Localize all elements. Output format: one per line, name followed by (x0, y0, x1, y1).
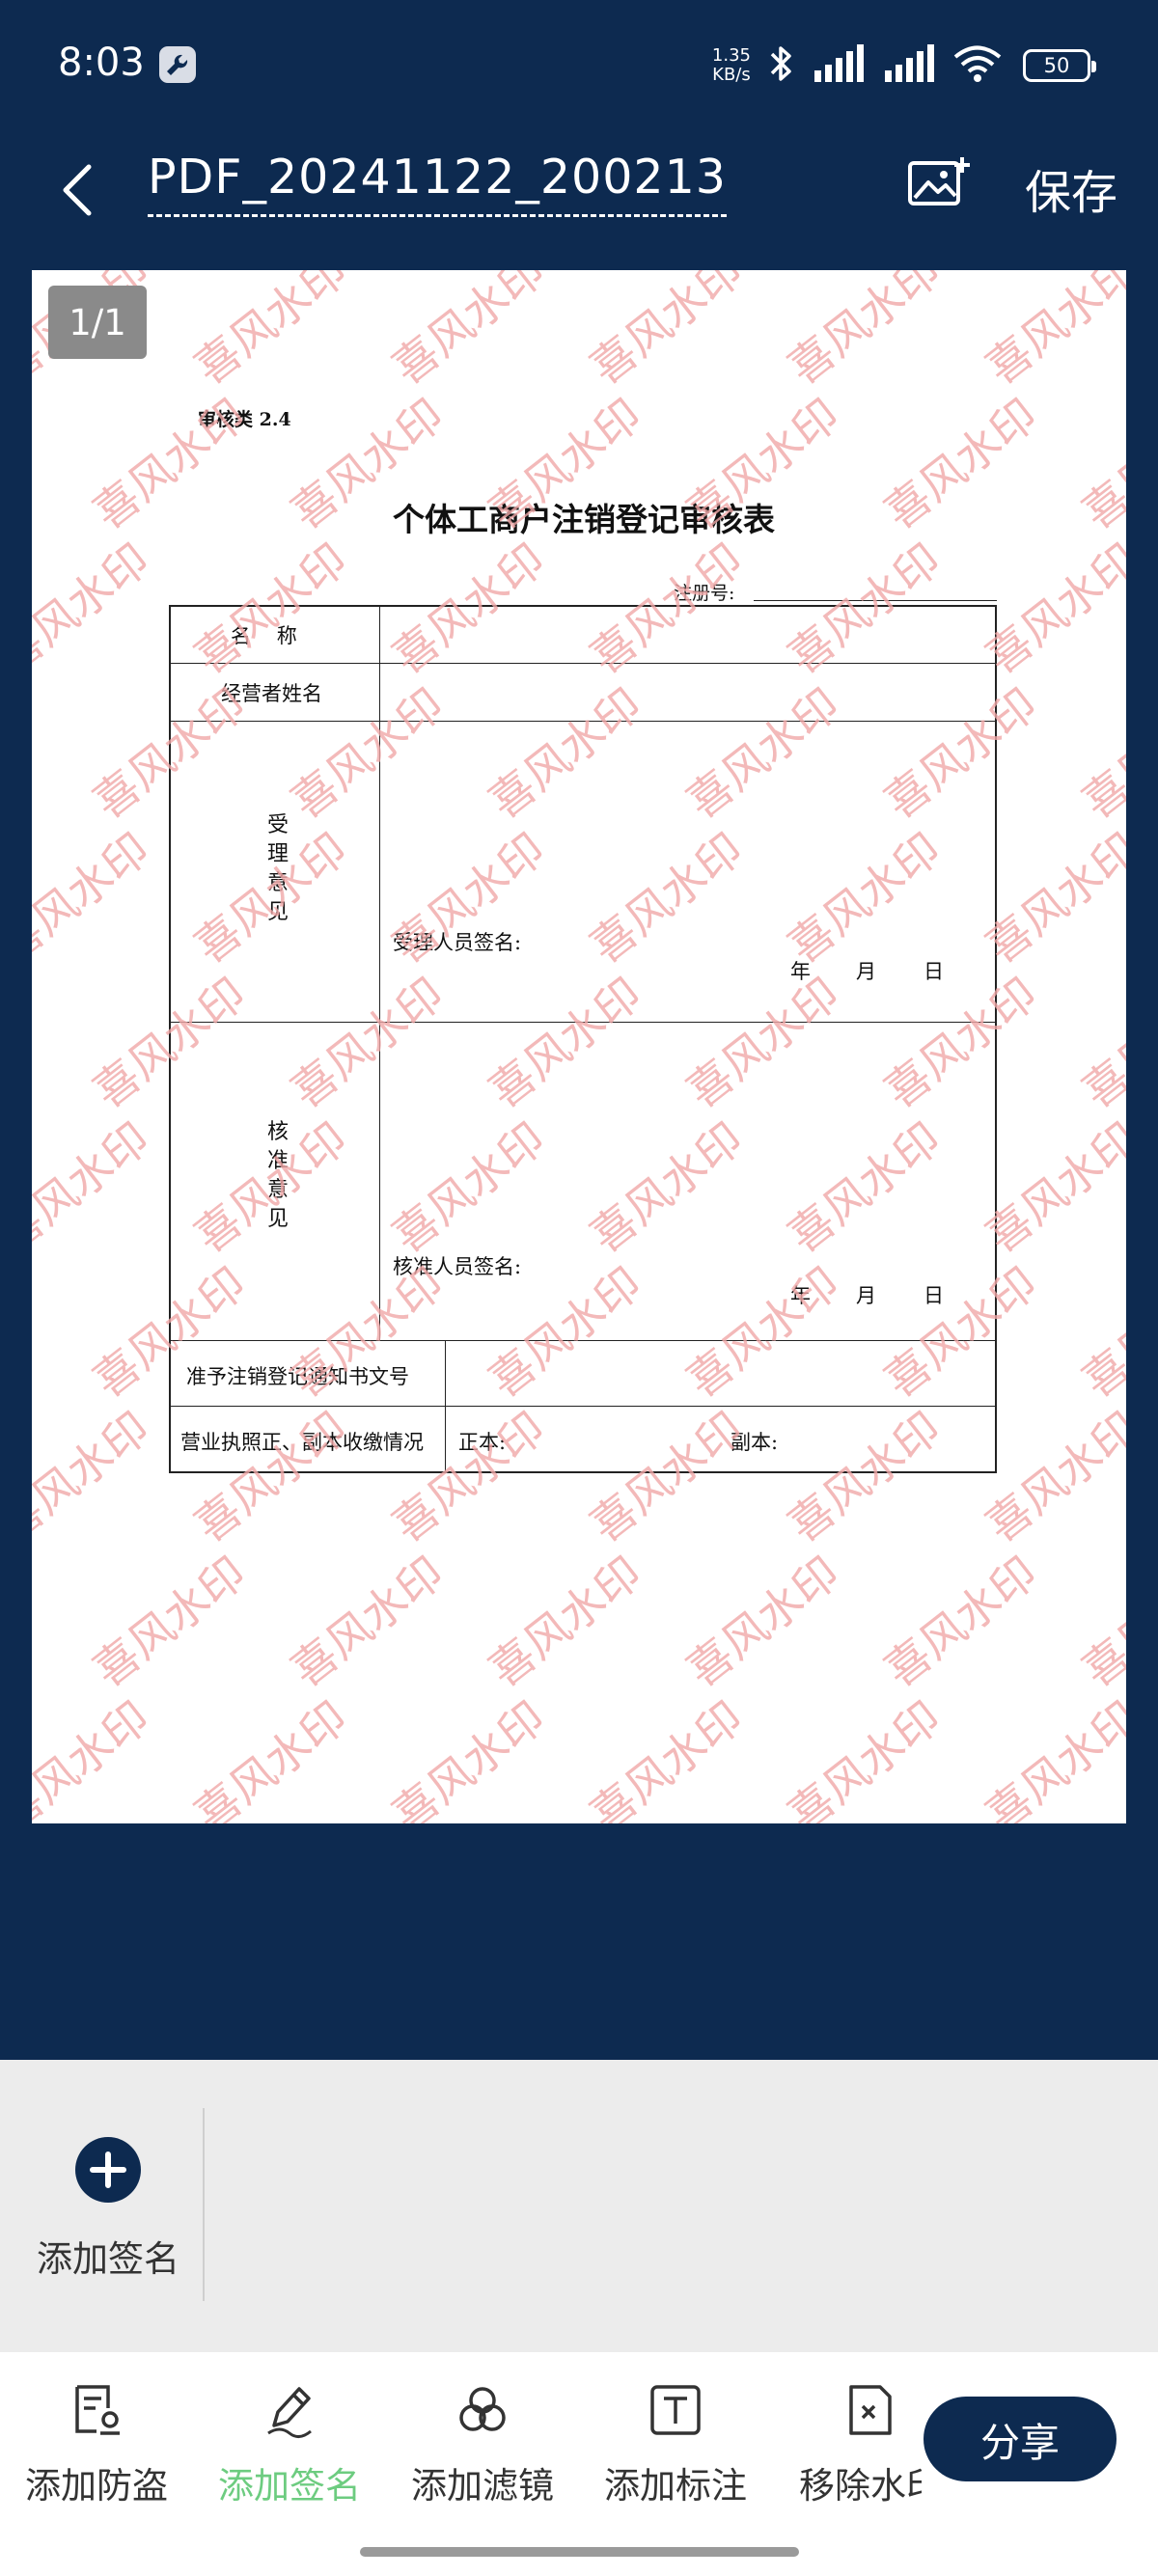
page-counter: 1/1 (48, 286, 147, 359)
signature-pen-icon (261, 2381, 318, 2439)
col-line (445, 1340, 446, 1473)
home-indicator[interactable] (360, 2547, 799, 2557)
approve-opinion-label: 核 准 意 见 (263, 1118, 292, 1234)
anti-theft-icon (68, 2381, 125, 2439)
battery-indicator: 50 (1023, 49, 1096, 82)
form-title: 个体工商户注销登记审核表 (393, 501, 775, 538)
notice-no-label: 准予注销登记通知书文号 (186, 1365, 409, 1388)
wifi-icon (951, 41, 1007, 90)
form-category: 审核类 2.4 (198, 409, 291, 430)
accept-char: 受 (266, 813, 289, 837)
tool-label: 添加签名 (218, 2465, 361, 2507)
tool-annotation[interactable]: 添加标注 (579, 2381, 772, 2516)
wrench-icon (159, 46, 196, 83)
approve-char: 核 (266, 1120, 289, 1144)
form-table: 名 称 经营者姓名 受 理 意 见 受理人员签名: 年 月 日 核 准 意 见 (169, 605, 997, 1473)
col-line (379, 607, 380, 1340)
tool-anti-theft[interactable]: 添加防盗 (0, 2381, 193, 2516)
reg-no-line (754, 600, 997, 601)
accept-sign-label: 受理人员签名: (393, 931, 522, 954)
accept-opinion-label: 受 理 意 见 (263, 811, 292, 927)
original-label: 正本: (458, 1431, 507, 1454)
accept-date-month: 月 (856, 960, 876, 983)
row-line (171, 663, 995, 664)
approve-char: 准 (266, 1149, 289, 1173)
text-annotation-icon (647, 2381, 704, 2439)
add-signature-button[interactable]: 添加签名 (21, 2137, 195, 2280)
accept-char: 意 (266, 871, 289, 895)
tool-label: 添加标注 (604, 2465, 747, 2507)
status-icons: 1.35 KB/s 50 (712, 39, 1096, 93)
status-time: 8:03 (58, 41, 145, 85)
accept-date-day: 日 (924, 960, 944, 983)
document-viewer[interactable]: 1/1 审核类 2.4 个体工商户注销登记审核表 注册号: 名 称 经营者姓名 (0, 256, 1158, 2060)
file-title[interactable]: PDF_20241122_200213 (148, 150, 727, 217)
panel-divider (203, 2108, 205, 2301)
filter-icon (454, 2381, 511, 2439)
tool-label: 移除水印 (799, 2465, 922, 2507)
tool-add-signature[interactable]: 添加签名 (193, 2381, 386, 2516)
share-button[interactable]: 分享 (924, 2397, 1117, 2481)
net-speed-unit: KB/s (712, 65, 751, 85)
bluetooth-icon (766, 42, 795, 89)
battery-level: 50 (1043, 54, 1070, 77)
approve-sign-label: 核准人员签名: (393, 1255, 522, 1278)
pdf-page[interactable]: 1/1 审核类 2.4 个体工商户注销登记审核表 注册号: 名 称 经营者姓名 (32, 270, 1126, 1823)
row-line (171, 1406, 995, 1407)
accept-date-year: 年 (790, 960, 811, 983)
plus-circle-icon (75, 2137, 141, 2203)
add-signature-label: 添加签名 (37, 2238, 179, 2280)
approve-date-year: 年 (790, 1284, 811, 1307)
signature-panel: 添加签名 (0, 2060, 1158, 2352)
row-line (171, 721, 995, 722)
approve-date-month: 月 (856, 1284, 876, 1307)
bottom-toolbar: 添加防盗 添加签名 添加滤镜 添加标注 移除水 分享 (0, 2352, 1158, 2576)
form-document: 审核类 2.4 个体工商户注销登记审核表 注册号: 名 称 经营者姓名 受 理 (32, 270, 1126, 1823)
nav-bar: PDF_20241122_200213 保存 (0, 130, 1158, 256)
accept-char: 见 (266, 900, 289, 924)
approve-char: 见 (266, 1207, 289, 1231)
copy-label: 副本: (731, 1431, 779, 1454)
accept-char: 理 (266, 842, 289, 866)
name-label: 名 称 (231, 624, 297, 647)
tool-filter[interactable]: 添加滤镜 (386, 2381, 579, 2516)
license-status-label: 营业执照正、副本收缴情况 (180, 1431, 424, 1454)
net-speed: 1.35 KB/s (712, 46, 751, 85)
top-header: 8:03 1.35 KB/s 50 PDF_20241122_200213 保存 (0, 0, 1158, 256)
operator-name-label: 经营者姓名 (221, 682, 322, 705)
row-line (171, 1022, 995, 1023)
signal-icon (882, 41, 936, 90)
row-line (171, 1340, 995, 1341)
approve-char: 意 (266, 1178, 289, 1202)
save-button[interactable]: 保存 (1025, 154, 1117, 222)
reg-no-label: 注册号: (674, 583, 735, 604)
tool-label: 添加滤镜 (411, 2465, 554, 2507)
net-speed-value: 1.35 (711, 45, 751, 66)
status-bar: 8:03 1.35 KB/s 50 (0, 0, 1158, 130)
back-arrow-icon[interactable] (50, 151, 104, 229)
tool-label: 添加防盗 (25, 2465, 168, 2507)
approve-date-day: 日 (924, 1284, 944, 1307)
remove-icon (841, 2381, 899, 2439)
add-image-icon[interactable] (907, 155, 971, 213)
tool-remove[interactable]: 移除水印 (772, 2381, 922, 2516)
signal-hd-icon (811, 41, 867, 90)
